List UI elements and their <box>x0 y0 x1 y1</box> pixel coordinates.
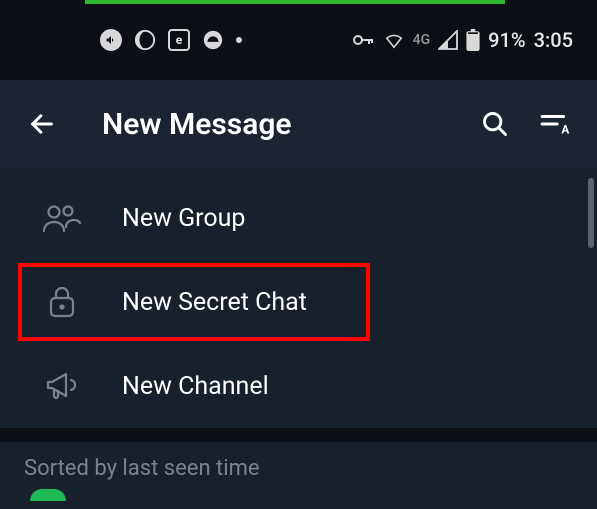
section-divider <box>0 428 597 442</box>
new-group-item[interactable]: New Group <box>0 176 597 260</box>
page-title: New Message <box>84 107 453 142</box>
options-list: New Group New Secret Chat New Channel <box>0 168 597 428</box>
network-label: 4G <box>413 32 431 48</box>
dome-icon <box>202 29 224 51</box>
sort-icon: A <box>540 111 570 137</box>
battery-icon <box>466 29 480 51</box>
arrow-left-icon <box>28 110 56 138</box>
moon-icon <box>134 29 156 51</box>
app-bar: New Message A <box>0 80 597 168</box>
search-icon <box>481 110 509 138</box>
back-button[interactable] <box>24 106 60 142</box>
top-accent-bar <box>85 0 505 4</box>
signal-icon <box>438 30 458 50</box>
new-channel-label: New Channel <box>122 372 269 401</box>
status-right: 4G 91% 3:05 <box>353 28 573 52</box>
new-group-label: New Group <box>122 204 245 233</box>
sound-icon <box>100 29 122 51</box>
status-bar: e 4G 91% 3:05 <box>0 0 597 80</box>
scroll-indicator <box>588 178 594 248</box>
battery-text: 91% <box>488 28 525 52</box>
sort-header: Sorted by last seen time <box>0 442 597 489</box>
contact-list-preview <box>0 489 597 509</box>
new-secret-chat-label: New Secret Chat <box>122 288 307 317</box>
new-channel-item[interactable]: New Channel <box>0 344 597 428</box>
new-secret-chat-item[interactable]: New Secret Chat <box>0 260 597 344</box>
vpn-key-icon <box>353 33 375 47</box>
group-icon <box>40 203 84 233</box>
lock-icon <box>40 285 84 319</box>
time-text: 3:05 <box>534 28 573 52</box>
wifi-icon <box>383 31 405 49</box>
dot-indicator <box>236 37 242 43</box>
sort-button[interactable]: A <box>537 106 573 142</box>
status-left-icons: e <box>100 29 242 51</box>
avatar <box>30 489 66 501</box>
megaphone-icon <box>40 370 84 402</box>
svg-text:A: A <box>561 123 569 137</box>
search-button[interactable] <box>477 106 513 142</box>
e-icon: e <box>168 29 190 51</box>
